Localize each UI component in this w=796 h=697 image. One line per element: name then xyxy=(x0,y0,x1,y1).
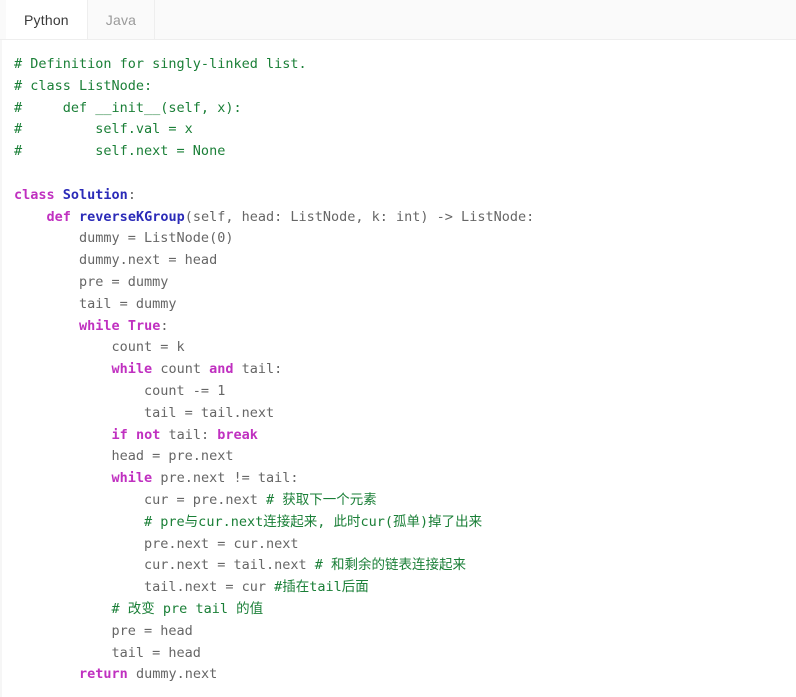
code-viewer[interactable]: # Definition for singly-linked list. # c… xyxy=(0,40,796,697)
code-token-plain: tail = dummy xyxy=(14,295,177,312)
code-token-plain: dummy.next = head xyxy=(14,252,218,269)
code-block[interactable]: # Definition for singly-linked list. # c… xyxy=(2,40,796,686)
code-line: class Solution: xyxy=(14,185,796,207)
code-token-keyword: def xyxy=(46,208,71,225)
code-line: while count and tail: xyxy=(14,359,796,381)
code-token-keyword: not xyxy=(135,426,161,443)
code-line: if not tail: break xyxy=(14,425,796,447)
code-token-plain: cur = pre.next xyxy=(14,491,266,508)
code-token-plain: tail: xyxy=(160,426,218,443)
code-token-comment: # def __init__(self, x): xyxy=(14,99,242,116)
code-line: tail = head xyxy=(14,643,796,665)
code-token-keyword: and xyxy=(209,361,234,378)
code-line: pre = dummy xyxy=(14,272,796,294)
code-token-comment: # 改变 pre tail 的值 xyxy=(111,600,264,617)
code-token-plain: count -= 1 xyxy=(14,382,226,399)
code-line: tail.next = cur #插在tail后面 xyxy=(14,577,796,599)
code-token-comment: # class ListNode: xyxy=(14,77,153,94)
code-token-plain: dummy.next xyxy=(127,666,218,683)
code-token-keyword: while xyxy=(111,361,153,378)
code-token-plain: tail.next = cur xyxy=(14,579,275,596)
code-line: # def __init__(self, x): xyxy=(14,98,796,120)
code-line: tail = dummy xyxy=(14,294,796,316)
code-token-plain: count xyxy=(152,361,210,378)
code-line: def reverseKGroup(self, head: ListNode, … xyxy=(14,207,796,229)
tab-python[interactable]: Python xyxy=(6,0,88,39)
code-token-plain: : xyxy=(160,317,169,334)
code-line: cur.next = tail.next # 和剩余的链表连接起来 xyxy=(14,555,796,577)
code-token-keyword: while xyxy=(111,470,153,487)
code-line: # pre与cur.next连接起来, 此时cur(孤单)掉了出来 xyxy=(14,512,796,534)
code-token-comment: #插在tail后面 xyxy=(274,579,369,596)
code-line: head = pre.next xyxy=(14,446,796,468)
code-token-plain: dummy = ListNode(0) xyxy=(14,230,234,247)
code-token-comment: # pre与cur.next连接起来, 此时cur(孤单)掉了出来 xyxy=(144,513,483,530)
code-line: count = k xyxy=(14,337,796,359)
code-token-plain: pre = head xyxy=(14,622,193,639)
code-token-keyword: return xyxy=(79,666,128,683)
code-token-plain: tail: xyxy=(233,361,283,378)
code-token-keyword: while xyxy=(79,317,120,334)
code-line: dummy = ListNode(0) xyxy=(14,228,796,250)
code-line: # self.next = None xyxy=(14,141,796,163)
code-token-comment: # Definition for singly-linked list. xyxy=(14,56,307,72)
code-line: dummy.next = head xyxy=(14,250,796,272)
code-token-keyword: if xyxy=(111,426,128,443)
code-token-plain: head = pre.next xyxy=(14,448,234,465)
code-token-comment: # self.next = None xyxy=(14,143,226,160)
code-token-plain: count = k xyxy=(14,339,185,356)
code-token-comment: # 获取下一个元素 xyxy=(265,491,377,508)
code-token-name: Solution xyxy=(62,186,128,203)
language-tab-bar: Python Java xyxy=(0,0,796,40)
code-line: pre.next = cur.next xyxy=(14,534,796,556)
code-line: # Definition for singly-linked list. xyxy=(14,54,796,76)
code-token-plain: pre.next = cur.next xyxy=(14,535,299,552)
code-line: pre = head xyxy=(14,621,796,643)
code-line: # 改变 pre tail 的值 xyxy=(14,599,796,621)
code-token-keyword: class xyxy=(14,186,55,203)
code-line: cur = pre.next # 获取下一个元素 xyxy=(14,490,796,512)
code-token-keyword: break xyxy=(217,426,258,443)
code-token-plain: tail = tail.next xyxy=(14,404,275,421)
code-token-plain: tail = head xyxy=(14,644,201,661)
code-token-plain: (self, head: ListNode, k: int) -> ListNo… xyxy=(184,208,535,225)
code-line: # class ListNode: xyxy=(14,76,796,98)
code-line: count -= 1 xyxy=(14,381,796,403)
code-token-plain: cur.next = tail.next xyxy=(14,557,315,574)
code-line: # self.val = x xyxy=(14,119,796,141)
code-body: # Definition for singly-linked list. # c… xyxy=(14,54,796,686)
code-line: while True: xyxy=(14,316,796,338)
code-token-comment: # 和剩余的链表连接起来 xyxy=(314,557,466,574)
code-line: tail = tail.next xyxy=(14,403,796,425)
code-token-plain: pre = dummy xyxy=(14,273,169,290)
code-token-name: reverseKGroup xyxy=(79,208,185,225)
code-token-comment: # self.val = x xyxy=(14,121,193,138)
code-line: return dummy.next xyxy=(14,664,796,686)
tab-java[interactable]: Java xyxy=(88,0,156,39)
code-token-keyword: True xyxy=(127,317,161,334)
code-token-plain: : xyxy=(127,186,136,203)
code-line: while pre.next != tail: xyxy=(14,468,796,490)
code-snippet-panel: Python Java # Definition for singly-link… xyxy=(0,0,796,697)
code-token-plain: pre.next != tail: xyxy=(152,470,299,487)
